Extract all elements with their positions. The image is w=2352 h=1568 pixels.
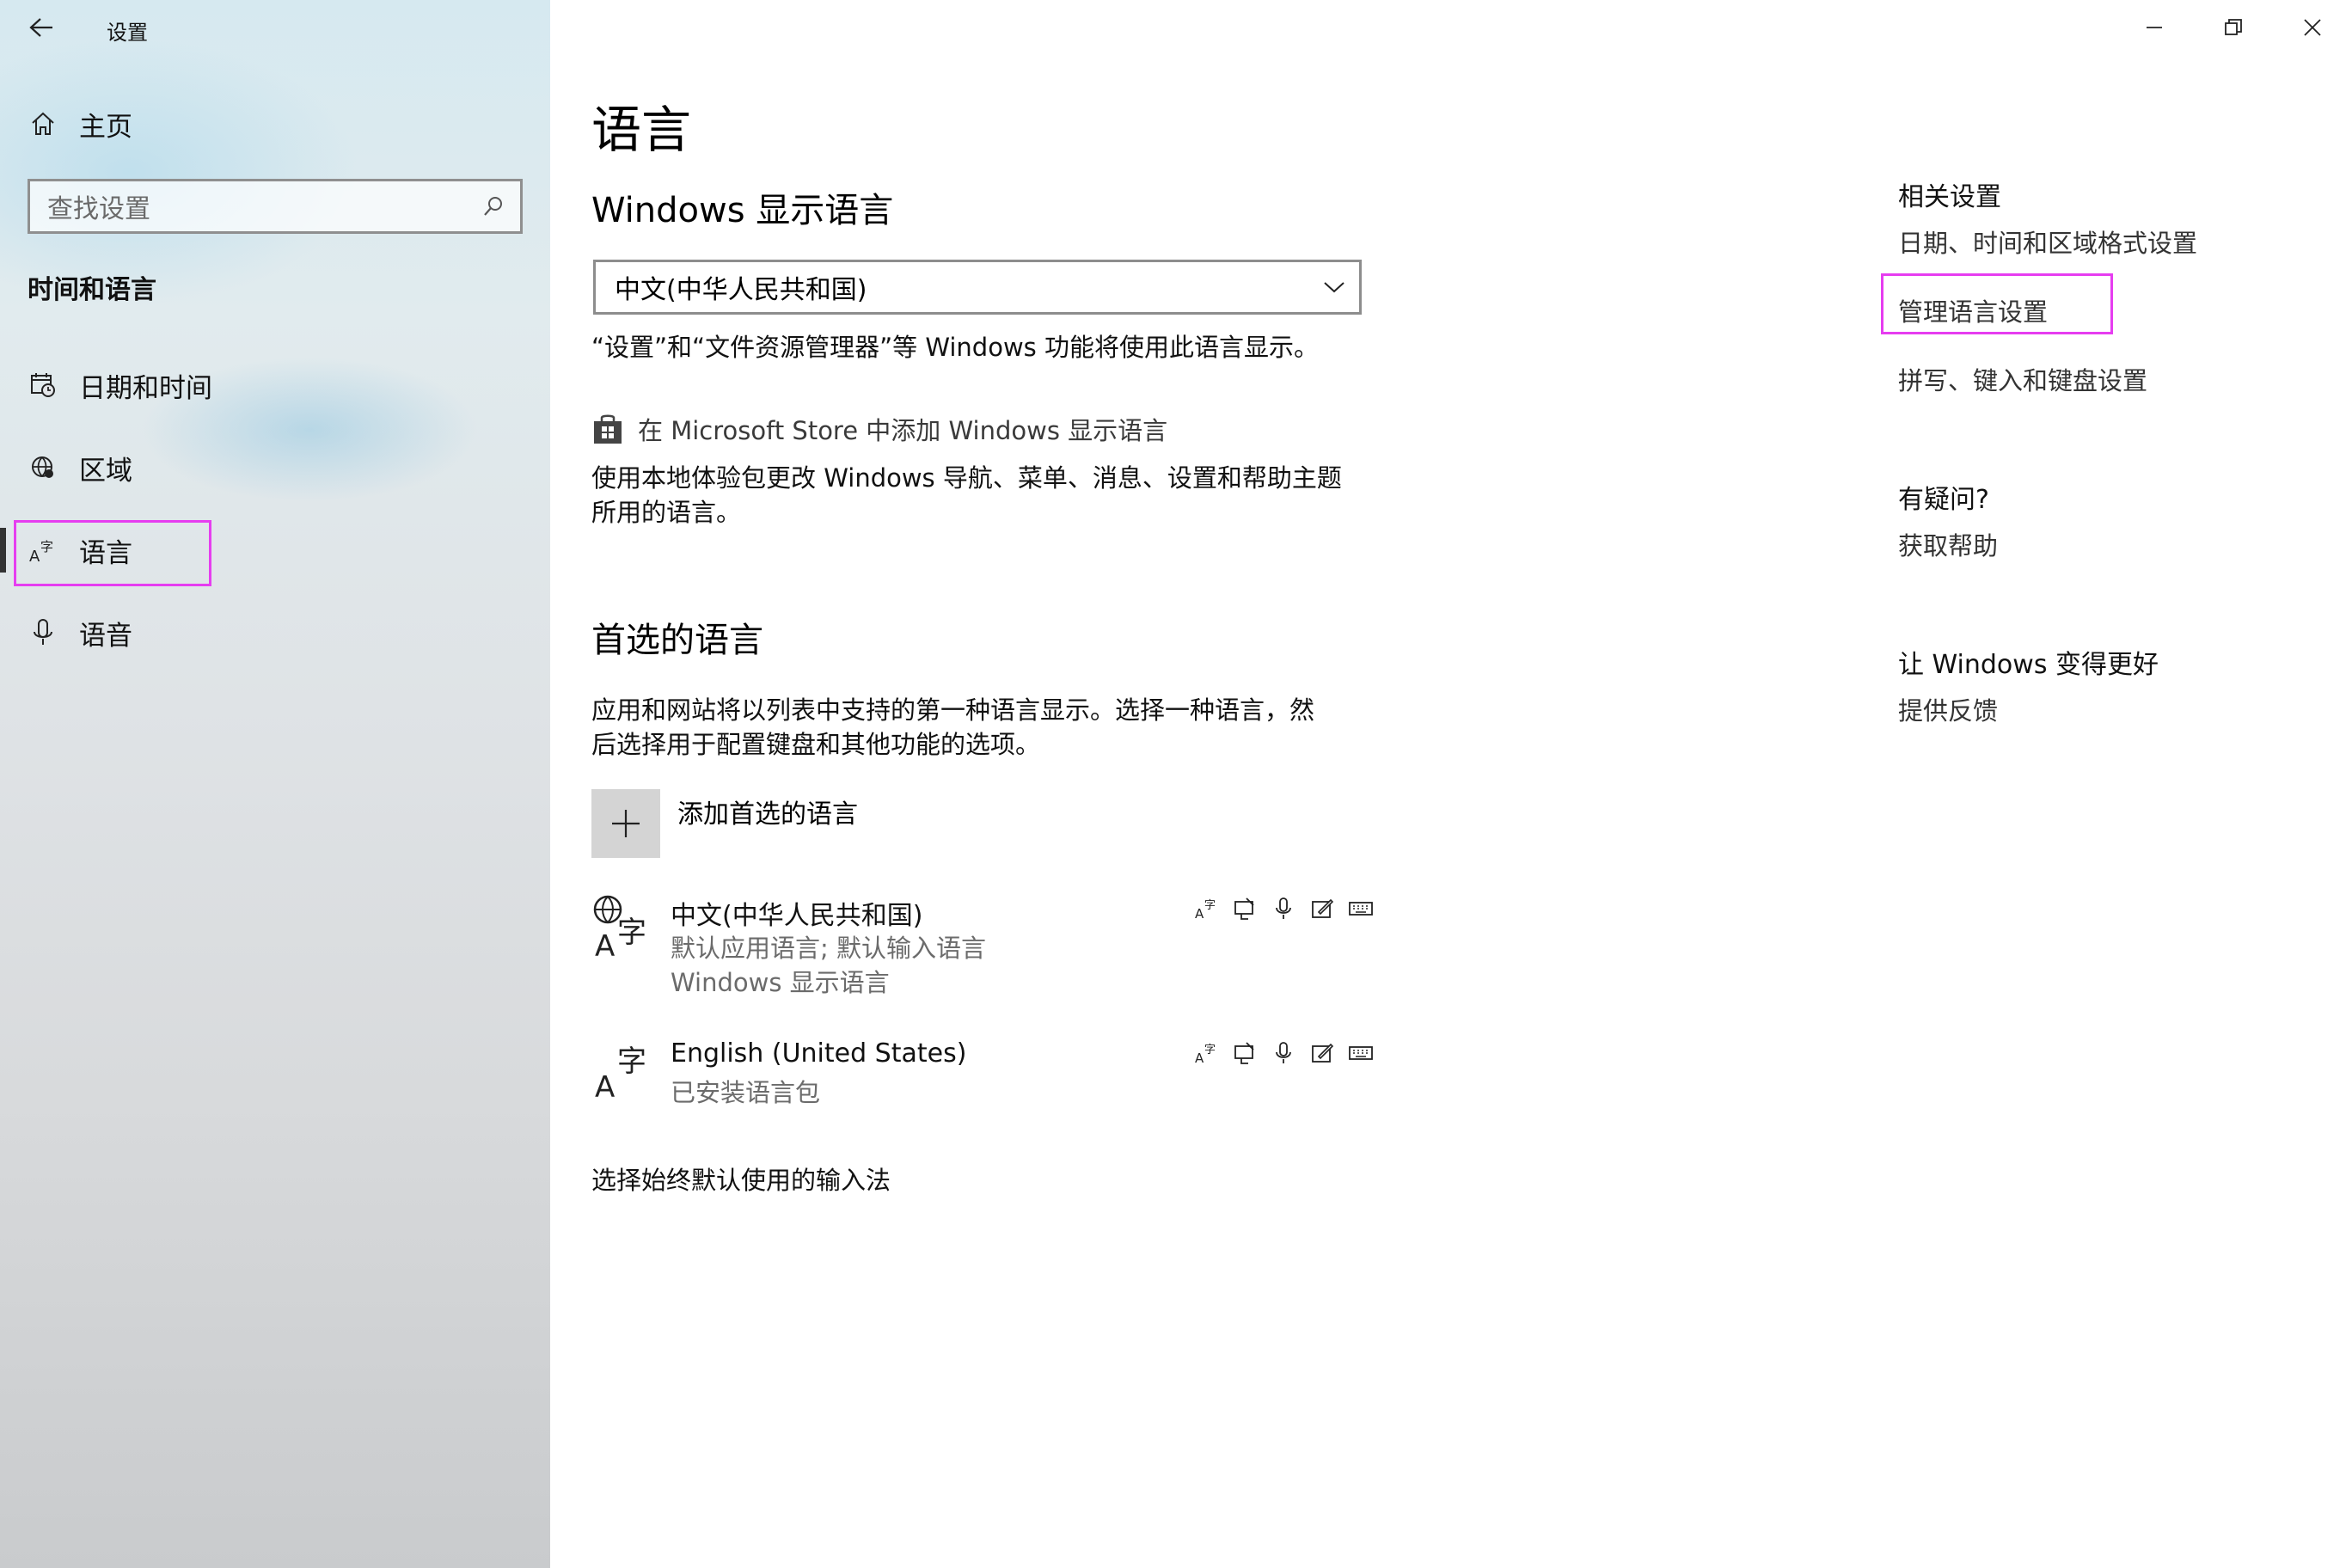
svg-text:字: 字 (617, 916, 646, 950)
svg-text:A: A (1195, 906, 1204, 921)
sidebar-item-speech[interactable]: 语音 (0, 605, 132, 660)
feedback-heading: 让 Windows 变得更好 (1898, 650, 2159, 680)
restore-icon (2225, 19, 2242, 35)
text-to-speech-icon (1232, 896, 1258, 922)
text-to-speech-icon (1232, 1040, 1258, 1066)
language-pack-icon: A字 (1193, 896, 1219, 922)
highlight-box (1881, 273, 2113, 334)
close-button[interactable] (2273, 0, 2352, 55)
language-item-zh-cn[interactable]: A 字 中文(中华人民共和国) 默认应用语言; 默认输入语言 Windows 显… (591, 894, 1417, 999)
sidebar-item-region[interactable]: 区域 (0, 440, 132, 495)
window-title: 设置 (107, 21, 148, 45)
add-language-button[interactable]: 添加首选的语言 (591, 789, 858, 858)
section-title: 时间和语言 (28, 275, 156, 305)
language-name: English (United States) (671, 1038, 967, 1069)
svg-text:A: A (595, 1070, 615, 1105)
give-feedback-link[interactable]: 提供反馈 (1898, 691, 1998, 727)
plus-icon (591, 789, 660, 858)
language-item-en-us[interactable]: A 字 English (United States) 已安装语言包 A字 (591, 1038, 1417, 1111)
close-icon (2304, 19, 2321, 36)
svg-text:A: A (595, 929, 615, 963)
sidebar-item-date-time[interactable]: 日期和时间 (0, 358, 212, 413)
language-status: 默认应用语言; 默认输入语言 (671, 934, 986, 963)
globe-region-icon (26, 450, 60, 485)
language-feature-icons: A字 (1193, 1040, 1374, 1066)
preferred-description-line2: 后选择用于配置键盘和其他功能的选项。 (591, 730, 1041, 759)
display-language-description: “设置”和“文件资源管理器”等 Windows 功能将使用此语言显示。 (591, 333, 1319, 362)
keyboard-icon (1348, 896, 1374, 922)
display-language-heading: Windows 显示语言 (591, 191, 894, 230)
search-placeholder: 查找设置 (47, 194, 150, 224)
page-title: 语言 (591, 101, 692, 159)
search-input[interactable]: 查找设置 (28, 179, 523, 234)
add-language-label: 添加首选的语言 (677, 799, 858, 830)
store-link-label: 在 Microsoft Store 中添加 Windows 显示语言 (638, 416, 1168, 445)
language-status-2: Windows 显示语言 (671, 968, 890, 997)
handwriting-icon (1309, 1040, 1335, 1066)
language-name: 中文(中华人民共和国) (671, 901, 923, 931)
nav-home[interactable]: 主页 (0, 96, 132, 151)
store-bag-icon (594, 414, 622, 444)
minimize-icon (2147, 27, 2162, 28)
svg-text:字: 字 (1204, 1044, 1216, 1057)
svg-text:字: 字 (1204, 899, 1216, 912)
speech-recognition-icon (1271, 1040, 1296, 1066)
main-content: 语言 Windows 显示语言 中文(中华人民共和国) “设置”和“文件资源管理… (550, 0, 2352, 1568)
language-icon: A 字 (595, 1044, 646, 1105)
restore-button[interactable] (2194, 0, 2273, 55)
display-language-select[interactable]: 中文(中华人民共和国) (593, 260, 1362, 315)
display-language-icon: A 字 (593, 895, 646, 963)
home-icon (26, 107, 60, 141)
sidebar-item-label: 日期和时间 (79, 372, 212, 404)
related-settings-heading: 相关设置 (1898, 182, 2001, 212)
svg-text:A: A (1195, 1050, 1204, 1065)
highlight-box (14, 520, 211, 586)
svg-text:字: 字 (617, 1044, 646, 1079)
preferred-description-line1: 应用和网站将以列表中支持的第一种语言显示。选择一种语言，然 (591, 695, 1315, 725)
language-status: 已安装语言包 (671, 1078, 821, 1107)
minimize-button[interactable] (2115, 0, 2194, 55)
keyboard-icon (1348, 1040, 1374, 1066)
calendar-clock-icon (26, 368, 60, 402)
sidebar-item-label: 区域 (79, 455, 132, 487)
microphone-icon (26, 616, 60, 650)
language-pack-icon: A字 (1193, 1040, 1219, 1066)
nav-home-label: 主页 (79, 111, 132, 143)
sidebar: 设置 主页 查找设置 时间和语言 日期和时间 区域 A 字 语言 语音 (0, 0, 550, 1568)
back-button[interactable] (19, 7, 64, 48)
back-arrow-icon (29, 18, 52, 37)
date-time-region-format-link[interactable]: 日期、时间和区域格式设置 (1898, 224, 2197, 260)
search-icon (484, 197, 502, 216)
store-link[interactable]: 在 Microsoft Store 中添加 Windows 显示语言 (591, 411, 1167, 447)
handwriting-icon (1309, 896, 1335, 922)
store-description-line1: 使用本地体验包更改 Windows 导航、菜单、消息、设置和帮助主题 (591, 463, 1342, 493)
chevron-down-icon (1324, 282, 1344, 293)
speech-recognition-icon (1271, 896, 1296, 922)
spelling-typing-keyboard-link[interactable]: 拼写、键入和键盘设置 (1898, 361, 2147, 397)
store-description-line2: 所用的语言。 (591, 498, 742, 527)
display-language-value: 中文(中华人民共和国) (615, 275, 867, 305)
language-feature-icons: A字 (1193, 896, 1374, 922)
sidebar-item-label: 语音 (79, 620, 132, 652)
preferred-languages-heading: 首选的语言 (591, 621, 763, 660)
get-help-link[interactable]: 获取帮助 (1898, 526, 1998, 562)
help-heading: 有疑问? (1898, 485, 1989, 515)
default-input-method-link[interactable]: 选择始终默认使用的输入法 (591, 1161, 891, 1197)
